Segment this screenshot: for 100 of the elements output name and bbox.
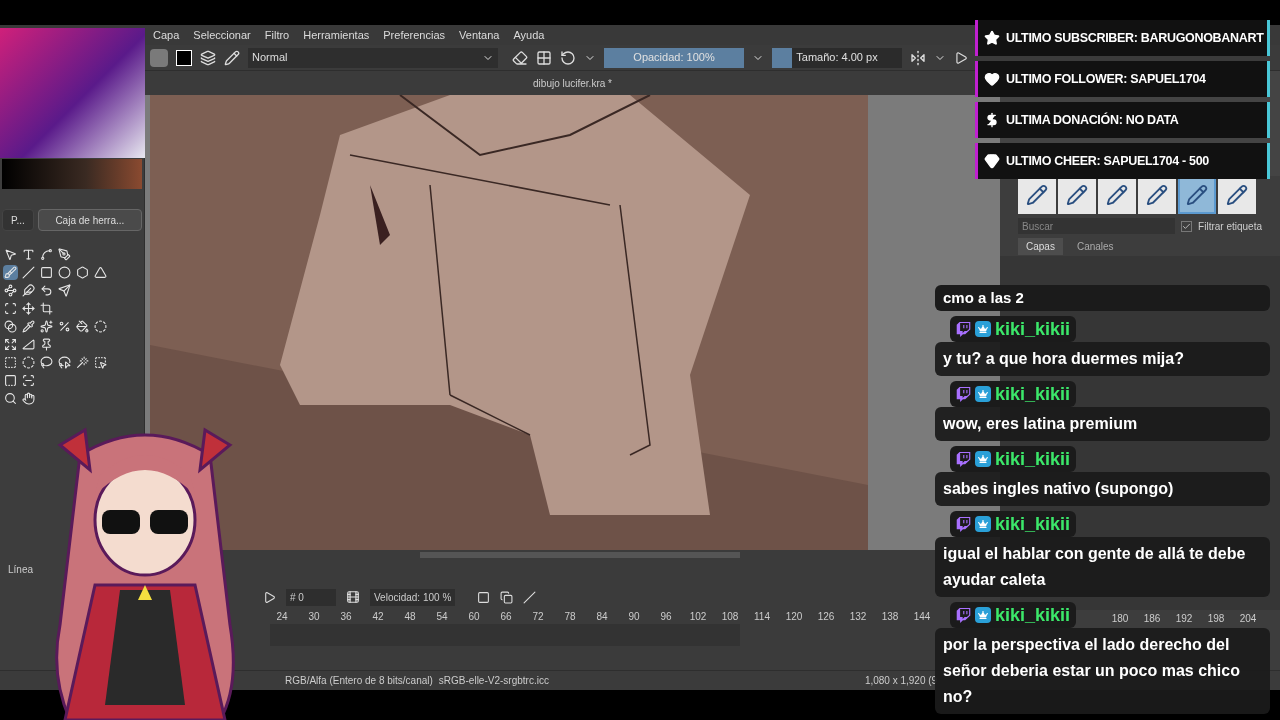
chat-username: kiki_kikii: [995, 603, 1071, 627]
frame-icon[interactable]: [477, 590, 491, 604]
pencil-icon: [1026, 184, 1048, 206]
triangle-icon[interactable]: [93, 265, 108, 280]
path-icon[interactable]: [3, 283, 18, 298]
feather-icon[interactable]: [21, 283, 36, 298]
text-icon[interactable]: [21, 247, 36, 262]
chat-username: kiki_kikii: [995, 382, 1071, 406]
pencil-icon: [1066, 184, 1088, 206]
play-icon[interactable]: [263, 590, 276, 604]
brush-edit-icon[interactable]: [224, 49, 240, 66]
move-icon[interactable]: [21, 301, 36, 316]
curve-icon[interactable]: [39, 247, 54, 262]
paint-bucket-icon[interactable]: [75, 319, 90, 334]
ruler-number: 126: [816, 609, 836, 624]
alert-text: ULTIMO FOLLOWER: SAPUEL1704: [1006, 70, 1206, 88]
speed-field[interactable]: Velocidad: 100 %: [370, 588, 456, 606]
hook-icon[interactable]: [39, 283, 54, 298]
brush-preview[interactable]: [150, 48, 168, 67]
play-icon[interactable]: [954, 50, 968, 65]
ruler-number: 180: [1110, 611, 1130, 626]
ruler-number: 36: [339, 609, 353, 624]
ruler-number: 24: [275, 609, 289, 624]
ruler-number: 84: [595, 609, 609, 624]
ruler-number: 114: [753, 609, 771, 624]
arrow-icon[interactable]: [57, 283, 72, 298]
layers-icon[interactable]: [200, 49, 216, 66]
color-selector[interactable]: [2, 159, 142, 189]
dock-tab[interactable]: Capas: [1018, 237, 1063, 255]
hand-icon[interactable]: [21, 391, 36, 406]
chat-message: wow, eres latina premium: [943, 415, 1138, 432]
menu-item[interactable]: Seleccionar: [193, 26, 251, 44]
menu-item[interactable]: Capa: [153, 26, 180, 44]
menu-item[interactable]: Filtro: [264, 26, 290, 44]
rectangle-selection-icon[interactable]: [3, 355, 18, 370]
brush-icon[interactable]: [3, 265, 18, 280]
pointer-icon[interactable]: [3, 247, 18, 262]
blend-mode-dropdown[interactable]: Normal: [248, 47, 498, 68]
dimensions-status: 1,080 x 1,920 (9: [864, 674, 938, 688]
similar-selection-icon[interactable]: [93, 355, 108, 370]
rectangle-icon[interactable]: [39, 265, 54, 280]
twitch-icon: [956, 386, 971, 402]
ruler-number: 144: [912, 609, 932, 624]
ellipse-icon[interactable]: [57, 265, 72, 280]
diamond-icon: [984, 153, 1000, 169]
menu-item[interactable]: Herramientas: [303, 26, 370, 44]
color-space-status: RGB/Alfa (Entero de 8 bits/canal): [285, 674, 433, 688]
menu-item[interactable]: Preferencias: [383, 26, 446, 44]
polygon-icon[interactable]: [75, 265, 90, 280]
eraser-icon[interactable]: [512, 49, 528, 66]
dock-tab[interactable]: Canales: [1068, 237, 1122, 255]
transform-icon[interactable]: [3, 301, 18, 316]
ruler-number: 72: [531, 609, 545, 624]
dashed-circle-icon[interactable]: [93, 319, 108, 334]
menu-item[interactable]: Ventana: [459, 26, 500, 44]
dock-tab[interactable]: P...: [2, 209, 34, 231]
twitch-icon: [956, 607, 971, 623]
size-slider[interactable]: Tamaño: 4.00 px: [772, 47, 902, 68]
search-field[interactable]: Buscar: [1018, 218, 1176, 234]
alert-text: ULTIMA DONACIÓN: NO DATA: [1006, 111, 1179, 129]
sparkle-icon[interactable]: [39, 319, 54, 334]
heart-icon: [984, 71, 1000, 87]
eyedropper-icon[interactable]: [21, 319, 36, 334]
menu-item[interactable]: Ayuda: [513, 26, 545, 44]
dock-tab[interactable]: Caja de herra...: [37, 209, 142, 231]
mirror-icon[interactable]: [910, 49, 926, 66]
ruler-number: 66: [499, 609, 513, 624]
zoom-icon[interactable]: [3, 391, 18, 406]
frame-field[interactable]: # 0: [286, 588, 336, 606]
checker-icon[interactable]: [536, 49, 552, 66]
ruler-number: 186: [1142, 611, 1162, 626]
ruler-number: 192: [1174, 611, 1194, 626]
percent-icon[interactable]: [57, 319, 72, 334]
copy-icon[interactable]: [500, 590, 514, 604]
filter-checkbox[interactable]: [1181, 220, 1193, 232]
dollar-icon: [984, 112, 1000, 128]
twitch-icon: [956, 451, 971, 467]
scrollbar[interactable]: [420, 552, 740, 558]
magic-wand-icon[interactable]: [75, 355, 90, 370]
ruler-number: 78: [563, 609, 577, 624]
ruler-number: 102: [688, 609, 708, 624]
alert-text: ULTIMO SUBSCRIBER: BARUGONOBANART: [1006, 29, 1264, 47]
chat-username: kiki_kikii: [995, 447, 1071, 471]
ellipse-selection-icon[interactable]: [21, 355, 36, 370]
ruler-number: 48: [403, 609, 417, 624]
lasso-icon[interactable]: [39, 355, 54, 370]
checkbox-label: Filtrar etiqueta: [1198, 219, 1262, 234]
ruler-number: 198: [1206, 611, 1226, 626]
chat-message: cmo a las 2: [943, 289, 1024, 306]
chat-message: igual el hablar con gente de allá te debe ayudar caleta: [943, 545, 1246, 588]
ruler-number: 132: [848, 609, 868, 624]
pen-icon[interactable]: [57, 247, 72, 262]
film-icon[interactable]: [346, 590, 360, 604]
pin-icon[interactable]: [39, 337, 54, 352]
star-icon: [984, 30, 1000, 46]
polygon-selection-icon[interactable]: [57, 355, 72, 370]
color-swatch[interactable]: [176, 49, 192, 66]
reload-icon[interactable]: [560, 49, 576, 66]
line-icon[interactable]: [21, 265, 36, 280]
crop-icon[interactable]: [39, 301, 54, 316]
